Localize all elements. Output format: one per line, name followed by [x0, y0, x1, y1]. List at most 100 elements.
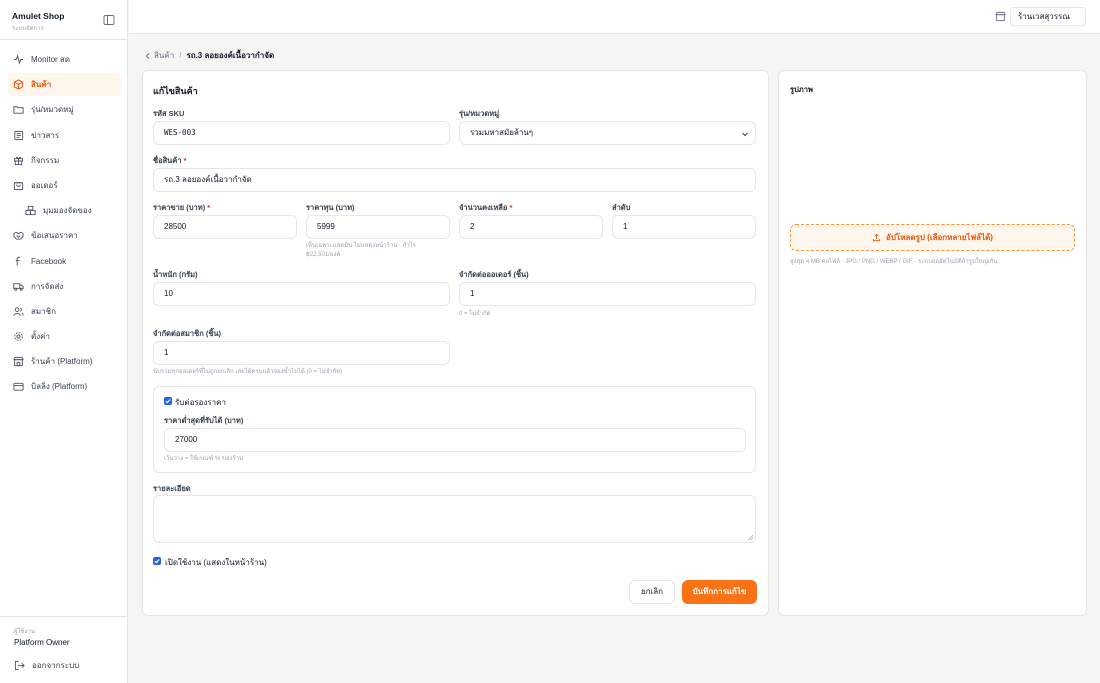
price-label: ราคาขาย (บาท) * — [153, 202, 210, 214]
user-name: Platform Owner — [14, 638, 70, 647]
divider — [0, 616, 128, 617]
logout-button[interactable]: ออกจากระบบ — [14, 659, 79, 672]
sidebar-item-news[interactable]: ข่าวสาร — [8, 124, 121, 147]
sidebar-item-shipping[interactable]: การจัดส่ง — [8, 275, 121, 298]
limit-per-order-hint: 0 = ไม่จำกัด — [459, 311, 491, 317]
required-mark: * — [183, 156, 187, 165]
sidebar-item-label: ร้านค้า (Platform) — [31, 357, 93, 367]
divider — [0, 39, 128, 40]
cost-hint-2: ฿22,501/องค์ — [306, 252, 341, 258]
category-label: รุ่น/หมวดหมู่ — [459, 109, 500, 118]
cancel-button[interactable]: ยกเลิก — [629, 580, 675, 604]
sidebar-item-facebook[interactable]: Facebook — [8, 250, 121, 273]
sidebar-item-offers[interactable]: ข้อเสนอราคา — [8, 224, 121, 247]
logout-label: ออกจากระบบ — [32, 661, 80, 670]
required-mark: * — [509, 203, 513, 212]
users-icon — [13, 307, 24, 316]
sidebar-item-monitor[interactable]: Monitor สด — [8, 48, 121, 71]
detail-label: รายละเอียด — [153, 484, 191, 493]
sidebar-item-orders[interactable]: ออเดอร์ — [8, 174, 121, 197]
sidebar-item-label: ข่าวสาร — [31, 130, 60, 140]
sidebar-item-settings[interactable]: ตั้งค่า — [8, 325, 121, 348]
sidebar-item-label: ตั้งค่า — [31, 332, 50, 342]
save-button[interactable]: บันทึกการแก้ไข — [682, 580, 757, 604]
sort-order-input[interactable]: 1 — [612, 215, 756, 239]
stock-label: จำนวนคงเหลือ * — [459, 202, 512, 214]
resize-handle-icon[interactable] — [748, 535, 753, 540]
breadcrumb-separator: / — [179, 51, 182, 60]
check-icon — [154, 559, 160, 564]
upload-images-button[interactable]: อัปโหลดรูป (เลือกหลายไฟล์ได้) — [790, 224, 1075, 251]
sidebar-item-products[interactable]: สินค้า — [8, 73, 121, 97]
sku-label: รหัส SKU — [153, 109, 185, 118]
activity-icon — [13, 54, 24, 65]
folder-icon — [13, 106, 24, 114]
sidebar-item-label: การจัดส่ง — [31, 281, 64, 291]
page-title: แก้ไขสินค้า — [153, 86, 198, 96]
negotiation-label: รับต่อรองราคา — [175, 398, 227, 407]
price-input[interactable]: 28500 — [153, 215, 297, 239]
sidebar-toggle-icon[interactable] — [103, 14, 115, 26]
limit-per-member-label: จำกัดต่อสมาชิก (ชิ้น) — [153, 329, 222, 338]
facebook-icon — [15, 256, 20, 266]
active-label: เปิดใช้งาน (แสดงในหน้าร้าน) — [165, 558, 267, 567]
sidebar-item-activities[interactable]: กิจกรรม — [8, 149, 121, 172]
cost-input[interactable]: 5999 — [306, 215, 450, 239]
gear-icon — [14, 332, 23, 341]
negotiation-checkbox[interactable] — [164, 397, 172, 405]
store-icon — [995, 11, 1006, 22]
sidebar: Amulet Shop ระบบจัดการ Monitor สด สินค้า… — [0, 0, 128, 683]
check-icon — [165, 399, 171, 404]
name-label-text: ชื่อสินค้า — [153, 156, 182, 165]
sidebar-item-packing-view[interactable]: มุมมองจัดของ — [8, 199, 121, 222]
cost-label: ราคาทุน (บาท) — [306, 203, 355, 212]
sidebar-item-label: กิจกรรม — [31, 155, 60, 165]
sidebar-item-label: ออเดอร์ — [31, 180, 58, 190]
product-name-input[interactable]: รถ.3 ลอยองค์เนื้อวากำจัด — [153, 168, 756, 192]
sidebar-item-label: ข้อเสนอราคา — [31, 231, 78, 241]
limit-per-member-input[interactable]: 1 — [153, 341, 450, 365]
shopping-bag-icon — [13, 182, 24, 191]
category-value: รวมมหาสมัยล้านๆ — [470, 128, 534, 137]
stock-input[interactable]: 2 — [459, 215, 603, 239]
boxes-icon — [25, 206, 36, 216]
name-label: ชื่อสินค้า * — [153, 155, 187, 167]
upload-hint: สูงสุด 4 MB ต่อไฟล์ · JPG / PNG / WEBP /… — [790, 259, 998, 265]
sort-order-label: ลำดับ — [612, 203, 631, 212]
required-mark: * — [207, 203, 211, 212]
active-checkbox[interactable] — [153, 557, 161, 565]
detail-textarea[interactable] — [153, 495, 756, 543]
gift-icon — [13, 156, 24, 165]
limit-per-member-hint: นับรวมทุกออเดอร์ที่ไม่ถูกยกเลิก เลยได้คร… — [153, 369, 343, 375]
user-label: ผู้ใช้งาน — [14, 629, 35, 635]
cost-hint-1: เห็นเฉพาะแอดมิน ไม่แสดงหน้าร้าน · กำไร — [306, 243, 416, 249]
sidebar-item-categories[interactable]: รุ่น/หมวดหมู่ — [8, 98, 121, 121]
sidebar-item-label: Monitor สด — [31, 55, 70, 64]
sidebar-item-label: รุ่น/หมวดหมู่ — [31, 105, 74, 115]
sidebar-nav: Monitor สด สินค้า รุ่น/หมวดหมู่ ข่าวสาร … — [8, 48, 121, 401]
sidebar-item-platform-stores[interactable]: ร้านค้า (Platform) — [8, 350, 121, 373]
sidebar-item-label: Facebook — [31, 256, 67, 266]
category-select[interactable]: รวมมหาสมัยล้านๆ — [459, 121, 756, 145]
min-price-input[interactable]: 27000 — [164, 428, 746, 452]
brand: Amulet Shop ระบบจัดการ — [12, 11, 64, 33]
truck-icon — [13, 282, 24, 291]
sidebar-item-label: มุมมองจัดของ — [43, 206, 92, 216]
breadcrumb: สินค้า / รถ.3 ลอยองค์เนื้อวากำจัด — [144, 49, 274, 62]
images-title: รูปภาพ — [790, 85, 813, 94]
newspaper-icon — [14, 130, 24, 140]
min-price-label: ราคาต่ำสุดที่รับได้ (บาท) — [164, 416, 244, 425]
topbar: ร้านเวสสุวรรณ — [129, 0, 1100, 34]
handshake-icon — [13, 232, 24, 240]
limit-per-order-input[interactable]: 1 — [459, 282, 756, 306]
sku-input[interactable]: WES-003 — [153, 121, 450, 145]
store-icon — [13, 357, 24, 367]
sidebar-item-members[interactable]: สมาชิก — [8, 300, 121, 323]
store-selector[interactable]: ร้านเวสสุวรรณ — [1010, 7, 1086, 26]
sidebar-item-platform-billing[interactable]: บิลลิ่ง (Platform) — [8, 375, 121, 398]
chevron-left-icon[interactable] — [144, 52, 152, 60]
weight-input[interactable]: 10 — [153, 282, 450, 306]
breadcrumb-current: รถ.3 ลอยองค์เนื้อวากำจัด — [186, 51, 275, 60]
upload-icon — [872, 233, 881, 242]
breadcrumb-parent[interactable]: สินค้า — [154, 49, 174, 62]
